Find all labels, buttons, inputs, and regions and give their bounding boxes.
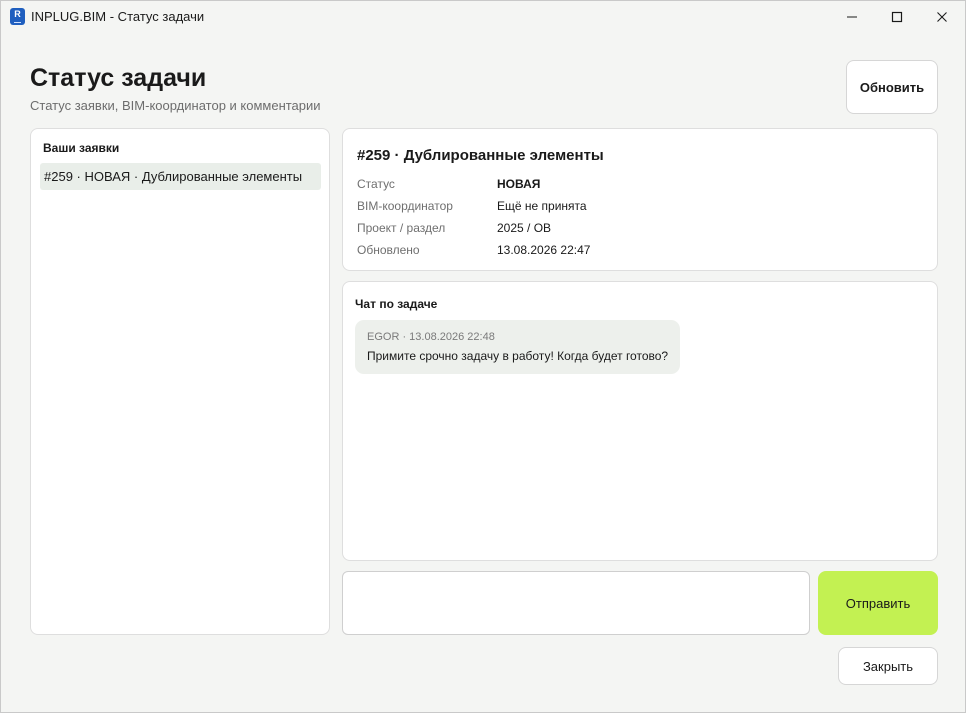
maximize-icon <box>891 11 903 23</box>
chat-message: EGOR · 13.08.2026 22:48 Примите срочно з… <box>355 320 680 374</box>
maximize-button[interactable] <box>874 1 920 33</box>
requests-panel: Ваши заявки #259 · НОВАЯ · Дублированные… <box>30 128 330 635</box>
refresh-button[interactable]: Обновить <box>846 60 938 114</box>
message-input[interactable] <box>342 571 810 635</box>
detail-label: Обновлено <box>357 243 420 257</box>
app-icon-letter: R <box>14 9 21 19</box>
minimize-icon <box>847 16 857 18</box>
close-icon <box>937 12 947 22</box>
close-button[interactable]: Закрыть <box>838 647 938 685</box>
detail-label: BIM-координатор <box>357 199 453 213</box>
requests-heading: Ваши заявки <box>43 141 120 155</box>
minimize-button[interactable] <box>829 1 875 33</box>
close-window-button[interactable] <box>919 1 965 33</box>
chat-heading: Чат по задаче <box>355 297 438 311</box>
app-icon: R <box>10 8 25 25</box>
title-bar[interactable]: R INPLUG.BIM - Статус задачи <box>1 1 965 33</box>
message-text: Примите срочно задачу в работу! Когда бу… <box>367 349 669 363</box>
message-meta: EGOR · 13.08.2026 22:48 <box>367 331 495 343</box>
chat-panel[interactable]: Чат по задаче EGOR · 13.08.2026 22:48 Пр… <box>342 281 938 561</box>
window-title: INPLUG.BIM - Статус задачи <box>31 9 205 24</box>
request-list-item[interactable]: #259 · НОВАЯ · Дублированные элементы <box>40 163 321 190</box>
task-details-panel: #259 · Дублированные элементы Статус НОВ… <box>342 128 938 271</box>
task-title: #259 · Дублированные элементы <box>357 147 604 164</box>
detail-label: Статус <box>357 177 395 191</box>
page-title: Статус задачи <box>30 64 207 92</box>
app-window: R INPLUG.BIM - Статус задачи Статус зада… <box>0 0 966 713</box>
coordinator-value: Ещё не принята <box>497 199 587 213</box>
send-button[interactable]: Отправить <box>818 571 938 635</box>
detail-label: Проект / раздел <box>357 221 446 235</box>
project-value: 2025 / ОВ <box>497 221 552 235</box>
updated-value: 13.08.2026 22:47 <box>497 243 591 257</box>
page-subtitle: Статус заявки, BIM-координатор и коммент… <box>30 98 321 113</box>
status-value: НОВАЯ <box>497 177 541 191</box>
